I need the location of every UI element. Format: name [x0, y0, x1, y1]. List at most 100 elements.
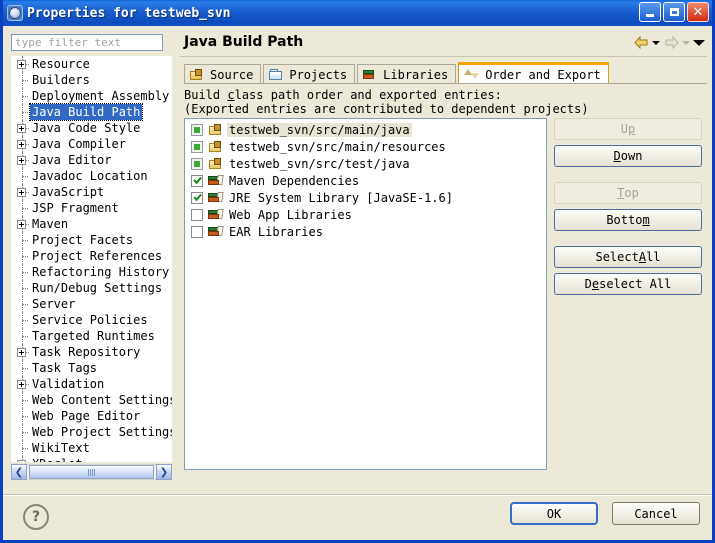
sidebar-item-wikitext[interactable]: WikiText	[11, 440, 172, 456]
export-checkbox[interactable]	[191, 191, 203, 204]
sidebar-item-javascript[interactable]: JavaScript	[11, 184, 172, 200]
tab-projects[interactable]: Projects	[263, 64, 356, 84]
sidebar-item-builders[interactable]: Builders	[11, 72, 172, 88]
down-button[interactable]: Down	[554, 145, 702, 167]
expand-plus-icon[interactable]	[15, 344, 30, 360]
sidebar-item-label: Deployment Assembly	[32, 89, 170, 103]
sidebar-item-validation[interactable]: Validation	[11, 376, 172, 392]
tree-branch-icon	[15, 88, 30, 104]
scroll-right-button[interactable]: ❯	[156, 464, 172, 480]
classpath-entry-row[interactable]: EAR Libraries	[185, 223, 546, 240]
help-question-icon[interactable]: ?	[23, 504, 49, 530]
sidebar-item-task-repository[interactable]: Task Repository	[11, 344, 172, 360]
classpath-entry-row[interactable]: testweb_svn/src/main/java	[185, 121, 546, 138]
sidebar-item-resource[interactable]: Resource	[11, 56, 172, 72]
sidebar-item-refactoring-history[interactable]: Refactoring History	[11, 264, 172, 280]
ok-button[interactable]: OK	[510, 502, 598, 525]
classpath-entry-row[interactable]: Maven Dependencies	[185, 172, 546, 189]
sidebar-item-label: Service Policies	[32, 313, 148, 327]
classpath-entry-row[interactable]: Web App Libraries	[185, 206, 546, 223]
export-checkbox[interactable]	[191, 225, 203, 238]
sidebar-item-java-code-style[interactable]: Java Code Style	[11, 120, 172, 136]
sidebar-item-label: Java Build Path	[28, 103, 144, 121]
library-icon	[208, 225, 225, 239]
library-icon	[208, 208, 225, 222]
classpath-entry-row[interactable]: JRE System Library [JavaSE-1.6]	[185, 189, 546, 206]
tab-label: Source	[210, 67, 254, 82]
classpath-entry-row[interactable]: testweb_svn/src/main/resources	[185, 138, 546, 155]
sidebar-item-java-editor[interactable]: Java Editor	[11, 152, 172, 168]
expand-plus-icon[interactable]	[15, 216, 30, 232]
description-line2: (Exported entries are contributed to dep…	[184, 102, 589, 116]
sidebar-item-jsp-fragment[interactable]: JSP Fragment	[11, 200, 172, 216]
sidebar-item-task-tags[interactable]: Task Tags	[11, 360, 172, 376]
sidebar-item-deployment-assembly[interactable]: Deployment Assembly	[11, 88, 172, 104]
sidebar-item-maven[interactable]: Maven	[11, 216, 172, 232]
button-group-spacer	[554, 236, 704, 246]
tree-branch-icon	[15, 328, 30, 344]
tab-libraries[interactable]: Libraries	[357, 64, 457, 84]
sidebar-item-project-facets[interactable]: Project Facets	[11, 232, 172, 248]
select-all-button[interactable]: Select All	[554, 246, 702, 268]
tab-source[interactable]: Source	[184, 64, 262, 84]
expand-plus-icon[interactable]	[15, 152, 30, 168]
export-checkbox[interactable]	[191, 208, 203, 221]
export-checkbox[interactable]	[191, 123, 203, 136]
back-dropdown-chevron-down-icon[interactable]	[652, 40, 660, 45]
tree-branch-icon	[15, 312, 30, 328]
minimize-button[interactable]	[639, 2, 661, 22]
settings-tree[interactable]: Resource Builders Deployment Assembly Java …	[11, 56, 172, 462]
expand-plus-icon[interactable]	[15, 456, 30, 462]
expand-plus-icon[interactable]	[15, 120, 30, 136]
classpath-entry-label: testweb_svn/src/main/resources	[229, 139, 446, 154]
sidebar-item-label: Project References	[32, 249, 163, 263]
classpath-entry-label: JRE System Library [JavaSE-1.6]	[229, 190, 453, 205]
sidebar-item-label: JSP Fragment	[32, 201, 119, 215]
search-input[interactable]: type filter text	[11, 34, 163, 51]
sidebar-item-run-debug-settings[interactable]: Run/Debug Settings	[11, 280, 172, 296]
sidebar-item-java-build-path[interactable]: Java Build Path	[11, 103, 172, 121]
close-button[interactable]: ✕	[687, 2, 709, 22]
expand-plus-icon[interactable]	[15, 56, 30, 72]
sidebar-item-service-policies[interactable]: Service Policies	[11, 312, 172, 328]
classpath-entries-list[interactable]: testweb_svn/src/main/java testweb_svn/src…	[184, 118, 547, 470]
sidebar-item-server[interactable]: Server	[11, 296, 172, 312]
deselect-all-button[interactable]: De select All	[554, 273, 702, 295]
sidebar-item-web-page-editor[interactable]: Web Page Editor	[11, 408, 172, 424]
sidebar-item-xdoclet[interactable]: XDoclet	[11, 456, 172, 462]
sidebar-item-java-compiler[interactable]: Java Compiler	[11, 136, 172, 152]
properties-dialog: Properties for testweb_svn ✕ type filter…	[0, 0, 715, 543]
sidebar-item-web-project-settings[interactable]: Web Project Settings	[11, 424, 172, 440]
cancel-button[interactable]: Cancel	[612, 502, 700, 525]
sidebar-item-targeted-runtimes[interactable]: Targeted Runtimes	[11, 328, 172, 344]
page-menu-chevron-down-icon[interactable]	[693, 39, 705, 46]
scroll-thumb[interactable]	[29, 465, 154, 479]
sidebar-item-web-content-settings[interactable]: Web Content Settings	[11, 392, 172, 408]
dialog-footer: ? OK Cancel	[3, 496, 712, 540]
classpath-entry-row[interactable]: testweb_svn/src/test/java	[185, 155, 546, 172]
export-checkbox[interactable]	[191, 140, 203, 153]
sidebar-item-project-references[interactable]: Project References	[11, 248, 172, 264]
button-group-spacer	[554, 172, 704, 182]
bottom-button[interactable]: Botto m	[554, 209, 702, 231]
settings-tree-pane: type filter text Resource Builders Deploym…	[8, 30, 178, 492]
tree-horizontal-scrollbar[interactable]: ❮ ❯	[11, 464, 172, 480]
properties-gear-icon	[7, 5, 23, 21]
scroll-track[interactable]	[27, 464, 156, 480]
export-checkbox[interactable]	[191, 174, 203, 187]
scroll-left-button[interactable]: ❮	[11, 464, 27, 480]
maximize-button[interactable]	[663, 2, 685, 22]
forward-dropdown-chevron-down-icon	[682, 40, 690, 45]
sidebar-item-label: Task Repository	[32, 345, 141, 359]
tab-order-and-export[interactable]: Order and Export	[458, 62, 609, 84]
back-arrow-icon[interactable]	[633, 35, 649, 50]
expand-plus-icon[interactable]	[15, 136, 30, 152]
tree-branch-icon	[15, 440, 30, 456]
expand-plus-icon[interactable]	[15, 184, 30, 200]
sidebar-item-label: Web Project Settings	[32, 425, 172, 439]
tab-bar: Source Projects Libraries Order and Export	[184, 62, 707, 84]
sidebar-item-label: Project Facets	[32, 233, 134, 247]
export-checkbox[interactable]	[191, 157, 203, 170]
sidebar-item-javadoc-location[interactable]: Javadoc Location	[11, 168, 172, 184]
expand-plus-icon[interactable]	[15, 376, 30, 392]
